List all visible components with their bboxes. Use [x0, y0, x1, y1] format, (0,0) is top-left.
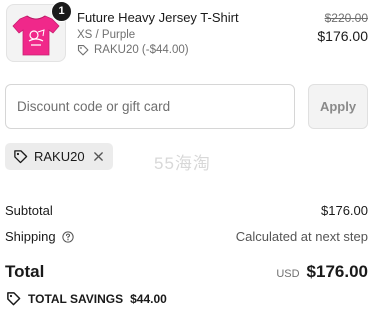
total-savings-value: $44.00: [130, 291, 167, 306]
quantity-badge: 1: [51, 1, 72, 22]
tag-icon: [14, 150, 28, 164]
discount-code-input[interactable]: [5, 84, 295, 129]
shipping-label-group: Shipping: [5, 229, 74, 244]
apply-button[interactable]: Apply: [308, 84, 368, 129]
total-savings: TOTAL SAVINGS $44.00: [6, 291, 167, 306]
product-variant: XS / Purple: [77, 29, 136, 41]
total-label: Total: [5, 262, 45, 281]
applied-discount-chip: RAKU20: [5, 143, 113, 170]
tag-icon: [7, 292, 21, 306]
total-savings-label: TOTAL SAVINGS: [28, 291, 124, 306]
product-discount-label: RAKU20 (-$44.00): [94, 44, 189, 56]
currency-code: USD: [276, 268, 300, 280]
total-value: $176.00: [306, 262, 368, 281]
remove-discount-button[interactable]: [93, 151, 104, 162]
total-amount-group: USD $176.00: [276, 262, 368, 282]
shipping-label: Shipping: [5, 229, 56, 244]
question-circle-icon: [61, 230, 74, 243]
shipping-value: Calculated at next step: [235, 229, 368, 244]
applied-discount-code: RAKU20: [34, 149, 85, 164]
close-icon: [93, 152, 103, 161]
product-thumbnail: 1: [6, 1, 72, 62]
subtotal-label: Subtotal: [5, 203, 53, 218]
shipping-help-button[interactable]: [61, 230, 74, 243]
tag-icon: [77, 44, 89, 56]
product-name: Future Heavy Jersey T-Shirt: [77, 10, 239, 25]
discounted-price: $176.00: [317, 28, 368, 44]
line-item: 1 Future Heavy Jersey T-Shirt XS / Purpl…: [6, 1, 368, 66]
original-price: $220.00: [324, 11, 368, 25]
watermark: 55海淘: [154, 154, 211, 173]
product-discount: RAKU20 (-$44.00): [77, 44, 189, 56]
subtotal-value: $176.00: [321, 203, 368, 218]
